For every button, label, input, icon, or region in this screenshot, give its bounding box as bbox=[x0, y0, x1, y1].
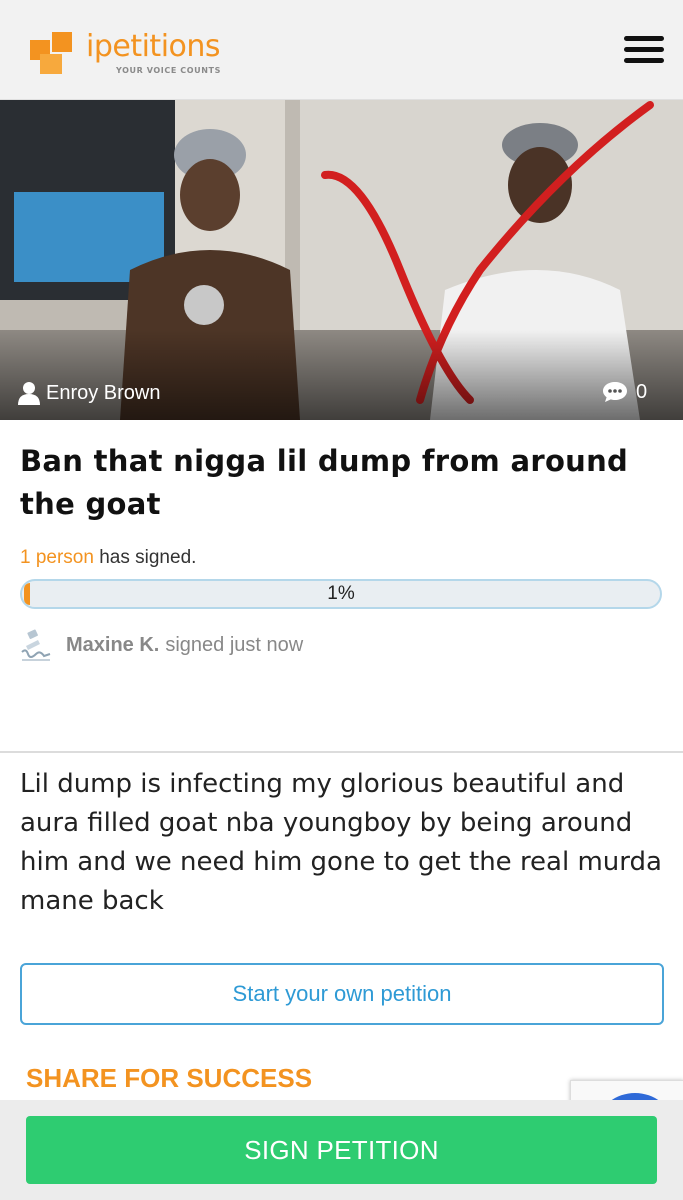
comment-count: 0 bbox=[636, 380, 648, 403]
signature-icon bbox=[21, 629, 51, 661]
petition-image bbox=[0, 100, 683, 420]
logo-name: ipetitions bbox=[86, 29, 221, 64]
site-header: ipetitions YOUR VOICE COUNTS bbox=[0, 0, 683, 100]
signed-suffix: has signed. bbox=[99, 547, 197, 568]
hamburger-menu-icon[interactable] bbox=[624, 36, 664, 66]
user-icon bbox=[18, 382, 40, 405]
speech-bubble-icon bbox=[603, 382, 627, 402]
recent-signature: Maxine K. signed just now bbox=[20, 628, 303, 662]
author-info[interactable]: Enroy Brown bbox=[18, 377, 161, 409]
signed-count: 1 person bbox=[20, 547, 94, 568]
logo-tagline: YOUR VOICE COUNTS bbox=[116, 66, 221, 75]
ipetitions-logo[interactable]: ipetitions YOUR VOICE COUNTS bbox=[30, 30, 230, 76]
logo-mark-icon bbox=[30, 32, 72, 74]
progress-bar: 1% bbox=[20, 579, 662, 609]
start-petition-button[interactable]: Start your own petition bbox=[20, 963, 664, 1025]
recent-signer-name: Maxine K. bbox=[66, 633, 160, 656]
signature-count: 1 person has signed. bbox=[20, 547, 196, 569]
petition-title: Ban that nigga lil dump from around the … bbox=[20, 444, 629, 521]
share-heading: SHARE FOR SUCCESS bbox=[26, 1063, 313, 1093]
author-name: Enroy Brown bbox=[46, 381, 161, 404]
sign-petition-button[interactable]: SIGN PETITION bbox=[26, 1116, 657, 1184]
section-divider bbox=[0, 751, 683, 753]
petition-description: Lil dump is infecting my glorious beauti… bbox=[20, 769, 662, 916]
progress-label: 1% bbox=[327, 583, 355, 604]
comment-counter[interactable]: 0 bbox=[602, 380, 647, 404]
recent-signer-time: signed just now bbox=[165, 633, 304, 656]
